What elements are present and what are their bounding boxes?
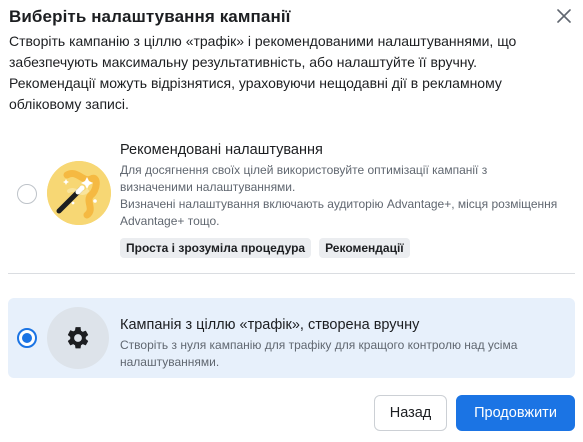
radio-recommended[interactable]: [17, 184, 37, 204]
option-recommended-text: Рекомендовані налаштування Для досягненн…: [120, 141, 560, 258]
tag-simple: Проста і зрозуміла процедура: [120, 238, 312, 258]
continue-button[interactable]: Продовжити: [456, 395, 575, 431]
back-button[interactable]: Назад: [374, 395, 447, 431]
option-recommended-tags: Проста і зрозуміла процедура Рекомендаці…: [120, 238, 560, 258]
campaign-settings-dialog: Виберіть налаштування кампанії Створіть …: [0, 0, 583, 442]
tag-recommendations: Рекомендації: [319, 238, 410, 258]
option-recommended-subtitle-2: Визначені налаштування включають аудитор…: [120, 197, 558, 228]
option-recommended-title: Рекомендовані налаштування: [120, 142, 323, 158]
gear-icon: [47, 307, 109, 369]
option-manual-title: Кампанія з ціллю «трафік», створена вруч…: [120, 317, 420, 333]
radio-manual[interactable]: [17, 328, 37, 348]
close-button[interactable]: [554, 6, 574, 26]
option-manual-subtitle: Створіть з нуля кампанію для трафіку для…: [120, 338, 518, 369]
magic-wand-icon: [47, 161, 111, 225]
close-icon: [557, 9, 571, 23]
option-manual[interactable]: Кампанія з ціллю «трафік», створена вруч…: [8, 298, 575, 378]
dialog-title: Виберіть налаштування кампанії: [9, 7, 291, 26]
option-recommended-subtitle-1: Для досягнення своїх цілей використовуйт…: [120, 163, 488, 194]
radio-selected-dot: [22, 333, 32, 343]
option-recommended[interactable]: Рекомендовані налаштування Для досягненн…: [8, 131, 575, 258]
option-manual-text: Кампанія з ціллю «трафік», створена вруч…: [120, 316, 560, 371]
dialog-description: Створіть кампанію з ціллю «трафік» і рек…: [9, 33, 517, 112]
divider: [8, 273, 575, 274]
